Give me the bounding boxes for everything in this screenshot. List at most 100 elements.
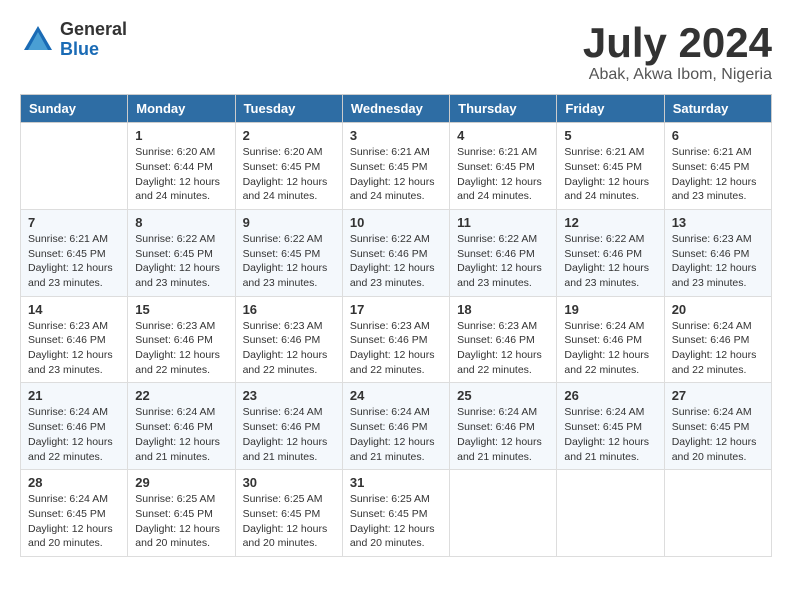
calendar-day-cell: 10 Sunrise: 6:22 AM Sunset: 6:46 PM Dayli… [342,209,449,296]
day-number: 16 [243,302,335,317]
day-info: Sunrise: 6:21 AM Sunset: 6:45 PM Dayligh… [28,232,120,291]
calendar-day-cell: 23 Sunrise: 6:24 AM Sunset: 6:46 PM Dayli… [235,383,342,470]
day-number: 14 [28,302,120,317]
calendar-day-cell: 1 Sunrise: 6:20 AM Sunset: 6:44 PM Daylig… [128,123,235,210]
calendar-day-cell: 27 Sunrise: 6:24 AM Sunset: 6:45 PM Dayli… [664,383,771,470]
day-number: 1 [135,128,227,143]
day-info: Sunrise: 6:22 AM Sunset: 6:45 PM Dayligh… [243,232,335,291]
day-number: 17 [350,302,442,317]
day-info: Sunrise: 6:24 AM Sunset: 6:46 PM Dayligh… [243,405,335,464]
day-info: Sunrise: 6:21 AM Sunset: 6:45 PM Dayligh… [564,145,656,204]
day-number: 5 [564,128,656,143]
day-number: 30 [243,475,335,490]
calendar-day-cell: 21 Sunrise: 6:24 AM Sunset: 6:46 PM Dayli… [21,383,128,470]
logo-general: General [60,20,127,40]
calendar-day-cell: 13 Sunrise: 6:23 AM Sunset: 6:46 PM Dayli… [664,209,771,296]
calendar-day-cell: 22 Sunrise: 6:24 AM Sunset: 6:46 PM Dayli… [128,383,235,470]
logo: General Blue [20,20,127,60]
calendar-body: 1 Sunrise: 6:20 AM Sunset: 6:44 PM Daylig… [21,123,772,557]
calendar-day-cell [450,470,557,557]
day-number: 31 [350,475,442,490]
day-number: 15 [135,302,227,317]
day-number: 25 [457,388,549,403]
day-info: Sunrise: 6:24 AM Sunset: 6:46 PM Dayligh… [564,319,656,378]
day-number: 10 [350,215,442,230]
day-number: 4 [457,128,549,143]
day-number: 11 [457,215,549,230]
day-info: Sunrise: 6:24 AM Sunset: 6:46 PM Dayligh… [457,405,549,464]
day-info: Sunrise: 6:23 AM Sunset: 6:46 PM Dayligh… [135,319,227,378]
calendar-week-row: 7 Sunrise: 6:21 AM Sunset: 6:45 PM Daylig… [21,209,772,296]
calendar-day-cell: 14 Sunrise: 6:23 AM Sunset: 6:46 PM Dayli… [21,296,128,383]
calendar-day-cell: 11 Sunrise: 6:22 AM Sunset: 6:46 PM Dayli… [450,209,557,296]
calendar-day-cell: 25 Sunrise: 6:24 AM Sunset: 6:46 PM Dayli… [450,383,557,470]
calendar-day-cell: 19 Sunrise: 6:24 AM Sunset: 6:46 PM Dayli… [557,296,664,383]
day-number: 26 [564,388,656,403]
day-info: Sunrise: 6:24 AM Sunset: 6:46 PM Dayligh… [135,405,227,464]
day-number: 20 [672,302,764,317]
calendar-day-cell: 16 Sunrise: 6:23 AM Sunset: 6:46 PM Dayli… [235,296,342,383]
day-number: 21 [28,388,120,403]
day-number: 13 [672,215,764,230]
subtitle: Abak, Akwa Ibom, Nigeria [583,66,772,84]
day-info: Sunrise: 6:21 AM Sunset: 6:45 PM Dayligh… [350,145,442,204]
calendar-day-cell [21,123,128,210]
calendar-day-cell: 5 Sunrise: 6:21 AM Sunset: 6:45 PM Daylig… [557,123,664,210]
day-number: 12 [564,215,656,230]
calendar-day-cell: 9 Sunrise: 6:22 AM Sunset: 6:45 PM Daylig… [235,209,342,296]
day-number: 19 [564,302,656,317]
day-number: 27 [672,388,764,403]
calendar-day-cell: 4Sunrise: 6:21 AM Sunset: 6:45 PM Daylig… [450,123,557,210]
logo-icon [20,22,56,58]
day-info: Sunrise: 6:23 AM Sunset: 6:46 PM Dayligh… [28,319,120,378]
day-info: Sunrise: 6:24 AM Sunset: 6:46 PM Dayligh… [672,319,764,378]
day-info: Sunrise: 6:23 AM Sunset: 6:46 PM Dayligh… [243,319,335,378]
day-info: Sunrise: 6:22 AM Sunset: 6:46 PM Dayligh… [350,232,442,291]
day-info: Sunrise: 6:25 AM Sunset: 6:45 PM Dayligh… [135,492,227,551]
calendar-day-cell: 7 Sunrise: 6:21 AM Sunset: 6:45 PM Daylig… [21,209,128,296]
day-info: Sunrise: 6:21 AM Sunset: 6:45 PM Dayligh… [672,145,764,204]
day-number: 23 [243,388,335,403]
day-number: 6 [672,128,764,143]
day-info: Sunrise: 6:24 AM Sunset: 6:45 PM Dayligh… [564,405,656,464]
calendar-day-cell: 6 Sunrise: 6:21 AM Sunset: 6:45 PM Daylig… [664,123,771,210]
title-block: July 2024 Abak, Akwa Ibom, Nigeria [583,20,772,84]
day-info: Sunrise: 6:22 AM Sunset: 6:45 PM Dayligh… [135,232,227,291]
calendar-header-cell: Tuesday [235,95,342,123]
day-info: Sunrise: 6:25 AM Sunset: 6:45 PM Dayligh… [243,492,335,551]
day-number: 7 [28,215,120,230]
logo-text: General Blue [60,20,127,60]
day-info: Sunrise: 6:20 AM Sunset: 6:44 PM Dayligh… [135,145,227,204]
day-info: Sunrise: 6:24 AM Sunset: 6:45 PM Dayligh… [672,405,764,464]
day-number: 8 [135,215,227,230]
calendar-week-row: 21 Sunrise: 6:24 AM Sunset: 6:46 PM Dayli… [21,383,772,470]
day-number: 9 [243,215,335,230]
calendar-header-cell: Thursday [450,95,557,123]
logo-blue: Blue [60,40,127,60]
day-number: 22 [135,388,227,403]
day-number: 18 [457,302,549,317]
calendar-day-cell: 17 Sunrise: 6:23 AM Sunset: 6:46 PM Dayli… [342,296,449,383]
day-info: Sunrise: 6:25 AM Sunset: 6:45 PM Dayligh… [350,492,442,551]
calendar-day-cell: 8 Sunrise: 6:22 AM Sunset: 6:45 PM Daylig… [128,209,235,296]
calendar-header-cell: Friday [557,95,664,123]
calendar-day-cell: 2 Sunrise: 6:20 AM Sunset: 6:45 PM Daylig… [235,123,342,210]
day-info: Sunrise: 6:24 AM Sunset: 6:46 PM Dayligh… [28,405,120,464]
calendar-day-cell [557,470,664,557]
calendar-day-cell [664,470,771,557]
calendar-week-row: 14 Sunrise: 6:23 AM Sunset: 6:46 PM Dayli… [21,296,772,383]
day-info: Sunrise: 6:23 AM Sunset: 6:46 PM Dayligh… [350,319,442,378]
day-info: Sunrise: 6:23 AM Sunset: 6:46 PM Dayligh… [672,232,764,291]
calendar-day-cell: 30 Sunrise: 6:25 AM Sunset: 6:45 PM Dayli… [235,470,342,557]
day-number: 29 [135,475,227,490]
calendar-day-cell: 29 Sunrise: 6:25 AM Sunset: 6:45 PM Dayli… [128,470,235,557]
calendar-header-cell: Sunday [21,95,128,123]
calendar-table: SundayMondayTuesdayWednesdayThursdayFrid… [20,94,772,557]
day-info: Sunrise: 6:20 AM Sunset: 6:45 PM Dayligh… [243,145,335,204]
day-info: Sunrise: 6:24 AM Sunset: 6:46 PM Dayligh… [350,405,442,464]
day-info: Sunrise: 6:23 AM Sunset: 6:46 PM Dayligh… [457,319,549,378]
day-info: Sunrise: 6:22 AM Sunset: 6:46 PM Dayligh… [457,232,549,291]
day-number: 2 [243,128,335,143]
calendar-day-cell: 18 Sunrise: 6:23 AM Sunset: 6:46 PM Dayli… [450,296,557,383]
calendar-day-cell: 15 Sunrise: 6:23 AM Sunset: 6:46 PM Dayli… [128,296,235,383]
